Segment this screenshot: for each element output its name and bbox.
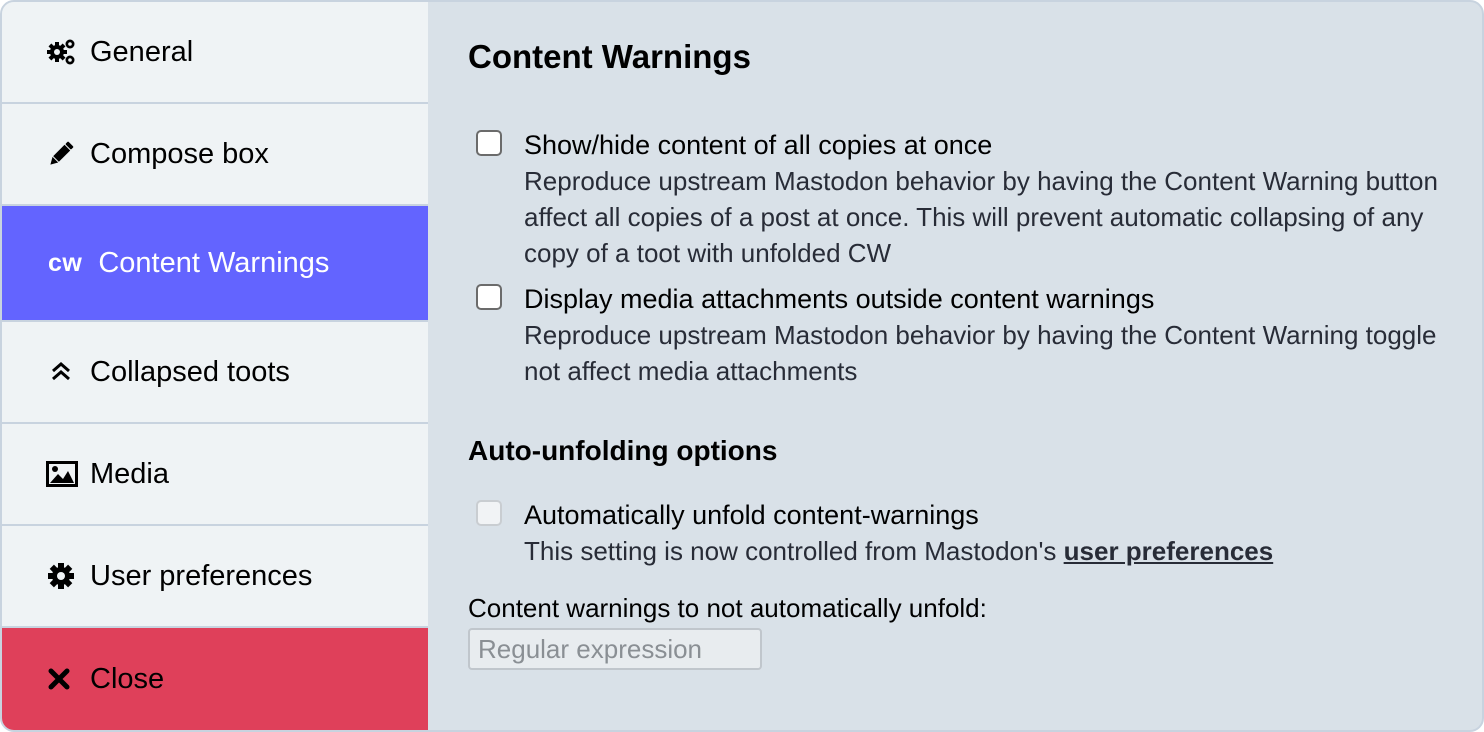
gears-icon <box>46 35 80 69</box>
settings-sidebar: General Compose box cw Content Warnings <box>2 2 428 730</box>
regex-input[interactable] <box>468 628 762 670</box>
pencil-icon <box>46 137 80 171</box>
sidebar-item-label: Compose box <box>90 137 269 170</box>
sidebar-item-content-warnings[interactable]: cw Content Warnings <box>2 206 428 322</box>
option-auto-unfold: Automatically unfold content-warnings Th… <box>468 497 1442 569</box>
media-outside-cw-checkbox[interactable] <box>476 284 502 310</box>
option-description: Reproduce upstream Mastodon behavior by … <box>524 166 1438 268</box>
option-label: Show/hide content of all copies at once <box>524 130 993 160</box>
show-hide-all-copies-checkbox[interactable] <box>476 130 502 156</box>
cw-icon: cw <box>48 248 83 277</box>
settings-modal: General Compose box cw Content Warnings <box>0 0 1484 732</box>
sidebar-item-label: Collapsed toots <box>90 355 290 388</box>
option-label: Display media attachments outside conten… <box>524 284 1155 314</box>
sidebar-item-general[interactable]: General <box>2 2 428 104</box>
sidebar-item-label: Media <box>90 457 169 490</box>
sidebar-item-label: Close <box>90 662 165 695</box>
sidebar-item-compose-box[interactable]: Compose box <box>2 104 428 206</box>
page-title: Content Warnings <box>468 38 751 75</box>
option-label: Automatically unfold content-warnings <box>524 500 979 530</box>
close-icon <box>46 662 80 696</box>
sidebar-item-collapsed-toots[interactable]: Collapsed toots <box>2 322 428 424</box>
sidebar-item-label: Content Warnings <box>98 246 330 279</box>
user-preferences-link[interactable]: user preferences <box>1064 536 1274 566</box>
description-text: This setting is now controlled from Mast… <box>524 536 1064 566</box>
image-icon <box>46 457 80 491</box>
sidebar-item-label: User preferences <box>90 559 313 592</box>
section-heading-auto-unfold: Auto-unfolding options <box>468 435 778 466</box>
angle-double-up-icon <box>46 355 80 389</box>
cog-icon <box>46 559 80 593</box>
settings-content: Content Warnings Show/hide content of al… <box>428 2 1482 730</box>
close-button[interactable]: Close <box>2 628 428 730</box>
option-description: This setting is now controlled from Mast… <box>524 533 1442 569</box>
sidebar-item-label: General <box>90 35 194 68</box>
regex-field-label: Content warnings to not automatically un… <box>468 593 987 623</box>
option-show-hide-all-copies: Show/hide content of all copies at once … <box>468 127 1442 271</box>
option-media-outside-cw: Display media attachments outside conten… <box>468 281 1442 389</box>
sidebar-item-media[interactable]: Media <box>2 424 428 526</box>
sidebar-item-user-preferences[interactable]: User preferences <box>2 526 428 628</box>
auto-unfold-checkbox[interactable] <box>476 500 502 526</box>
option-description: Reproduce upstream Mastodon behavior by … <box>524 320 1437 386</box>
